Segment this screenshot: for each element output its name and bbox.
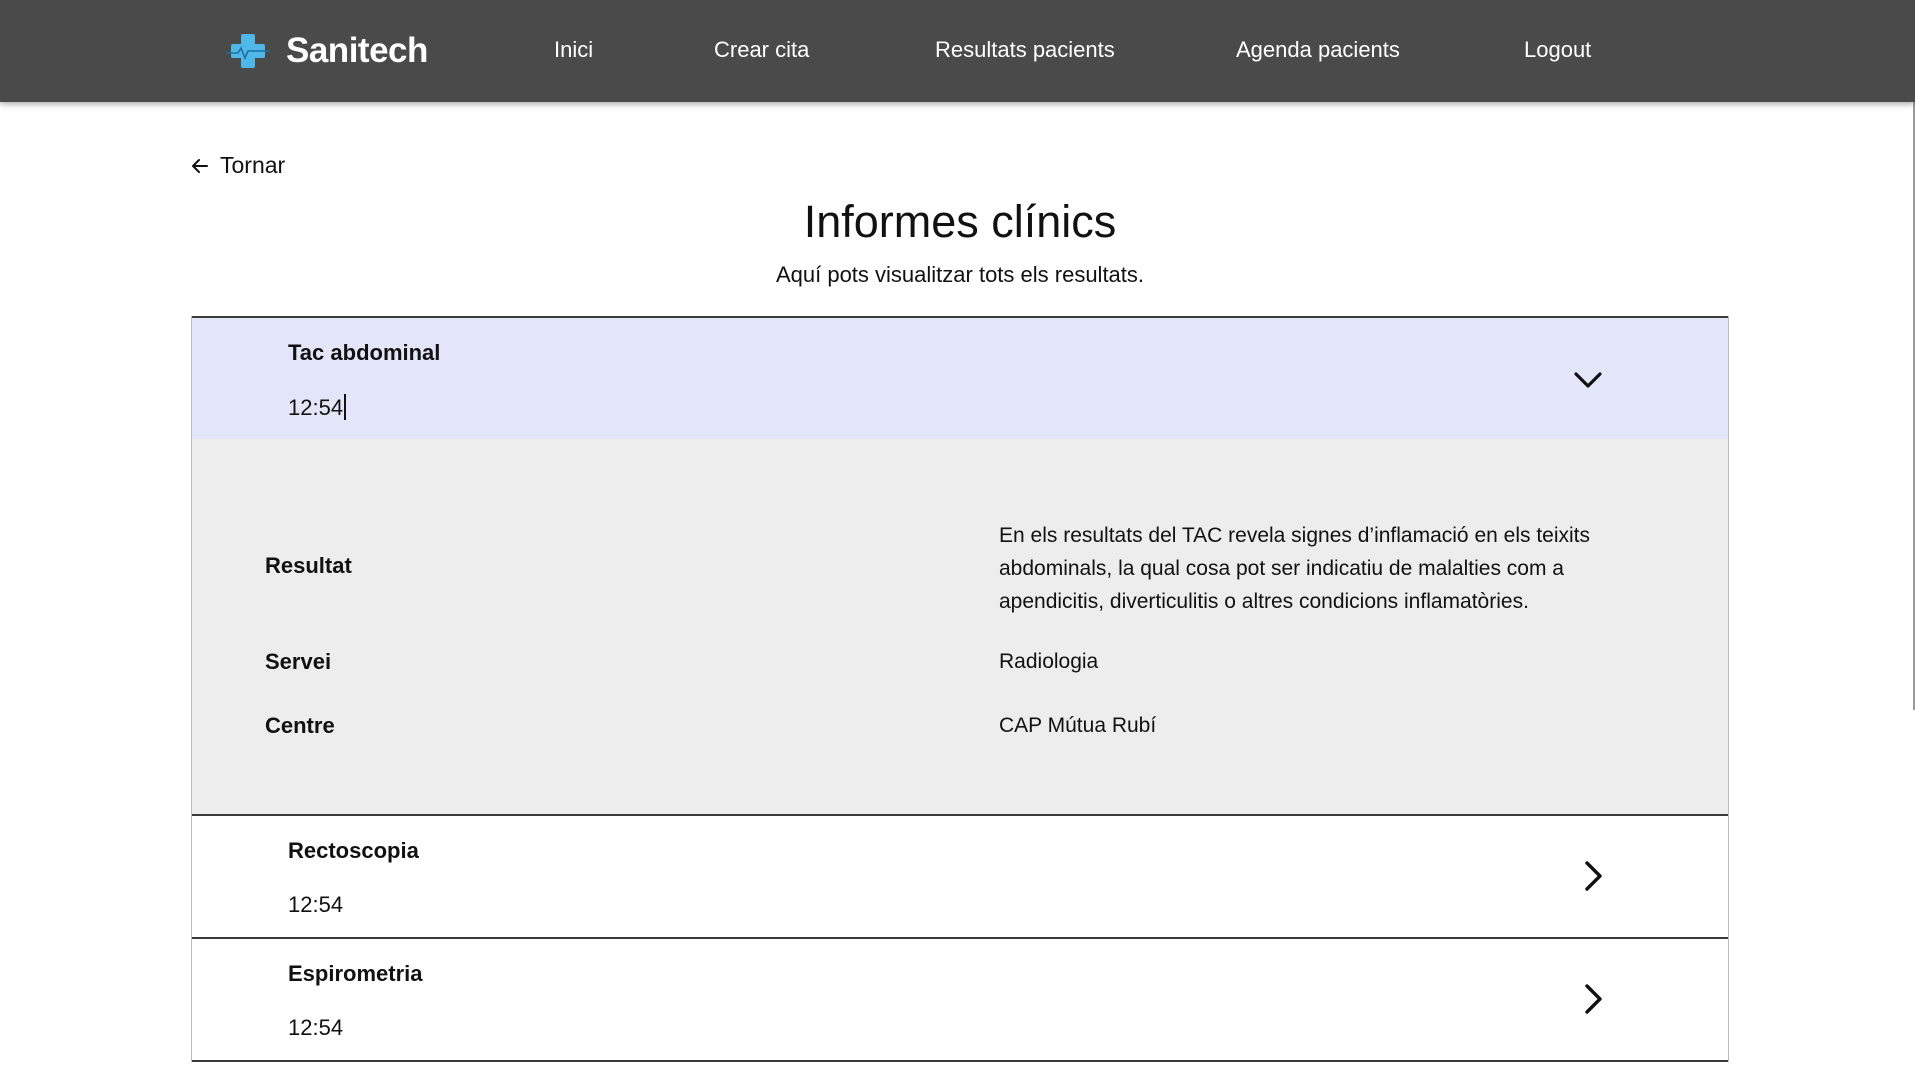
nav-link-logout[interactable]: Logout [1524,34,1591,66]
brand-name: Sanitech [286,31,428,70]
back-link-label: Tornar [220,152,286,178]
chevron-right-icon[interactable] [1576,981,1612,1017]
report-time: 12:54 [288,1015,344,1040]
report-details-tac-abdominal: Resultat En els resultats del TAC revela… [192,439,1728,814]
report-item-rectoscopia: Rectoscopia 12:54 [192,814,1728,937]
centre-label: Centre [265,713,335,738]
top-navigation-bar: Sanitech Inici Crear cita Resultats paci… [0,0,1915,102]
brand-home-link[interactable]: Sanitech [224,26,428,76]
nav-link-resultats-pacients[interactable]: Resultats pacients [935,34,1115,66]
text-cursor [344,394,347,420]
clinical-reports-accordion: Tac abdominal 12:54 Resultat En els resu… [191,316,1729,1062]
chevron-down-icon[interactable] [1570,362,1606,398]
report-header-rectoscopia[interactable]: Rectoscopia 12:54 [192,816,1728,937]
report-item-espirometria: Espirometria 12:54 [192,937,1728,1062]
report-time: 12:54 [288,892,344,917]
page-subtitle: Aquí pots visualitzar tots els resultats… [775,262,1145,287]
nav-link-agenda-pacients[interactable]: Agenda pacients [1236,34,1400,66]
centre-value: CAP Mútua Rubí [999,714,1157,737]
report-name: Tac abdominal [288,340,441,365]
report-name: Rectoscopia [288,838,419,863]
nav-link-crear-cita[interactable]: Crear cita [714,34,809,66]
back-link[interactable]: Tornar [190,152,285,179]
result-value: En els resultats del TAC revela signes d… [999,524,1590,613]
arrow-left-icon [192,158,208,173]
page-title: Informes clínics [803,196,1117,247]
report-item-tac-abdominal: Tac abdominal 12:54 Resultat En els resu… [192,316,1728,814]
report-header-tac-abdominal[interactable]: Tac abdominal 12:54 [192,318,1728,439]
chevron-right-icon[interactable] [1576,858,1612,894]
medical-cross-icon [226,34,270,68]
service-value: Radiologia [999,650,1099,673]
report-name: Espirometria [288,961,423,986]
result-label: Resultat [265,553,352,578]
nav-link-inici[interactable]: Inici [554,34,593,66]
service-label: Servei [265,649,332,674]
report-header-espirometria[interactable]: Espirometria 12:54 [192,939,1728,1060]
report-time: 12:54 [288,394,347,421]
